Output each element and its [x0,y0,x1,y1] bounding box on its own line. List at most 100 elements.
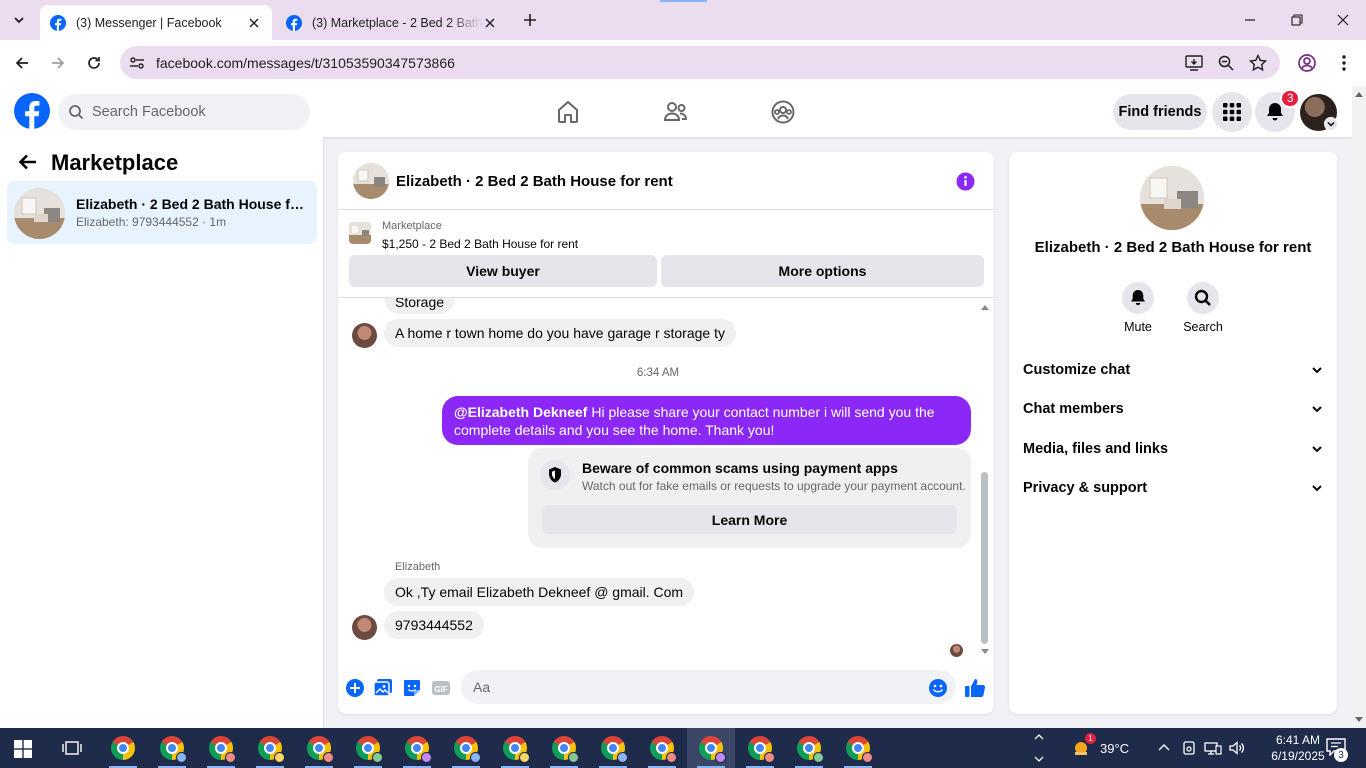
chat-scrollbar[interactable] [978,302,992,654]
device-tray-icon[interactable] [1181,728,1197,768]
info-listing-avatar[interactable] [1140,166,1204,230]
conversation-item[interactable]: Elizabeth · 2 Bed 2 Bath House for rent … [7,181,317,244]
search-icon [1187,282,1219,314]
taskbar-chrome-window[interactable] [99,728,147,768]
new-tab-button[interactable] [520,10,540,30]
scroll-up-arrow[interactable] [981,305,989,310]
chrome-menu-button[interactable] [1333,52,1355,74]
customize-chat-section[interactable]: Customize chat [1015,352,1331,388]
scroll-down-arrow[interactable] [1355,717,1363,722]
browser-toolbar: facebook.com/messages/t/3105359034757386… [0,40,1366,86]
find-friends-button[interactable]: Find friends [1113,94,1207,130]
facebook-favicon-icon [286,14,302,31]
taskbar-chrome-window-active[interactable] [687,728,735,768]
taskbar-chrome-window[interactable] [246,728,294,768]
groups-nav-button[interactable] [770,99,796,125]
menu-button[interactable] [1212,92,1252,132]
friends-nav-button[interactable] [663,99,689,125]
conversation-info-button[interactable] [956,172,975,191]
conversation-name: Elizabeth · 2 Bed 2 Bath House for rent [76,196,308,212]
tab-search-button[interactable] [8,9,30,31]
taskbar-chrome-window[interactable] [344,728,392,768]
media-files-links-section[interactable]: Media, files and links [1015,431,1331,467]
taskbar-chrome-window[interactable] [491,728,539,768]
scroll-up-arrow[interactable] [1355,92,1363,97]
reload-button[interactable] [83,52,105,74]
close-window-button[interactable] [1333,10,1353,30]
back-button[interactable] [11,52,33,74]
close-tab-icon[interactable] [246,15,262,31]
account-chevron[interactable] [1324,117,1338,131]
emoji-button[interactable] [928,678,948,698]
learn-more-button[interactable]: Learn More [542,505,957,534]
chat-title[interactable]: Elizabeth · 2 Bed 2 Bath House for rent [396,173,673,190]
more-options-button[interactable]: More options [661,255,984,287]
show-hidden-icons-button[interactable] [1157,728,1171,768]
profile-badge-icon [372,752,383,763]
taskbar-chrome-window[interactable] [148,728,196,768]
site-settings-icon[interactable] [128,54,146,72]
close-tab-icon[interactable] [482,15,498,31]
sticker-button[interactable] [402,678,422,698]
forward-button[interactable] [47,52,69,74]
restore-window-button[interactable] [1287,10,1307,30]
back-to-marketplace-button[interactable] [17,151,39,173]
taskbar-chrome-window[interactable] [197,728,245,768]
taskbar-chrome-window[interactable] [442,728,490,768]
mention[interactable]: @Elizabeth Dekneef [454,404,587,420]
start-button[interactable] [14,740,32,758]
facebook-search-box[interactable] [58,94,310,130]
taskbar-chrome-window[interactable] [638,728,686,768]
send-like-button[interactable] [964,678,986,698]
listing-thumbnail[interactable] [349,222,371,244]
taskbar-chrome-window[interactable] [834,728,882,768]
close-icon [1337,14,1349,26]
bookmark-star-icon[interactable] [1248,53,1268,73]
page-scrollbar[interactable] [1352,86,1366,728]
facebook-search-input[interactable] [92,104,292,120]
search-icon [58,104,84,120]
zoom-icon[interactable] [1216,53,1236,73]
weather-widget[interactable]: 1 39°C [1070,728,1129,768]
search-in-conversation-button[interactable]: Search [1173,282,1233,334]
task-view-button[interactable] [62,739,82,757]
attach-photo-button[interactable] [373,678,393,698]
volume-tray-icon[interactable] [1228,728,1246,768]
taskbar-scroll-arrows[interactable] [1034,728,1044,768]
install-app-icon[interactable] [1184,53,1204,73]
shield-icon [540,460,570,490]
profile-badge-icon [862,752,873,763]
facebook-logo[interactable] [14,93,50,129]
address-bar[interactable]: facebook.com/messages/t/3105359034757386… [120,46,1280,79]
chat-listing-avatar[interactable] [353,163,389,199]
taskbar-chrome-window[interactable] [736,728,784,768]
browser-tab-messenger[interactable]: (3) Messenger | Facebook [40,5,272,40]
scroll-down-arrow[interactable] [981,649,989,654]
taskbar-clock[interactable]: 6:41 AM 6/19/2025 [1266,732,1330,764]
taskbar-chrome-window[interactable] [785,728,833,768]
taskbar-chrome-window[interactable] [295,728,343,768]
sender-avatar[interactable] [352,615,377,640]
gif-button[interactable]: GIF [431,678,451,698]
message-input[interactable] [461,670,956,704]
sender-avatar[interactable] [352,323,377,348]
listing-price-title[interactable]: $1,250 - 2 Bed 2 Bath House for rent [382,237,578,251]
more-actions-button[interactable] [345,678,365,698]
home-nav-button[interactable] [555,99,581,125]
scrollbar-thumb[interactable] [981,472,988,644]
taskbar-chrome-window[interactable] [393,728,441,768]
view-buyer-button[interactable]: View buyer [349,255,657,287]
taskbar-chrome-window[interactable] [540,728,588,768]
taskbar-chrome-window[interactable] [589,728,637,768]
chat-members-section[interactable]: Chat members [1015,391,1331,427]
message-composer: GIF [338,668,994,710]
chrome-profile-button[interactable] [1296,52,1318,74]
message-list: Storage A home r town home do you have g… [338,298,994,660]
restore-icon [1291,14,1303,26]
privacy-support-section[interactable]: Privacy & support [1015,470,1331,506]
browser-tab-marketplace[interactable]: (3) Marketplace - 2 Bed 2 Bath [276,5,508,40]
network-tray-icon[interactable] [1204,728,1222,768]
mute-button[interactable]: Mute [1108,282,1168,334]
minimize-window-button[interactable] [1240,10,1260,30]
url-text: facebook.com/messages/t/3105359034757386… [156,54,455,71]
